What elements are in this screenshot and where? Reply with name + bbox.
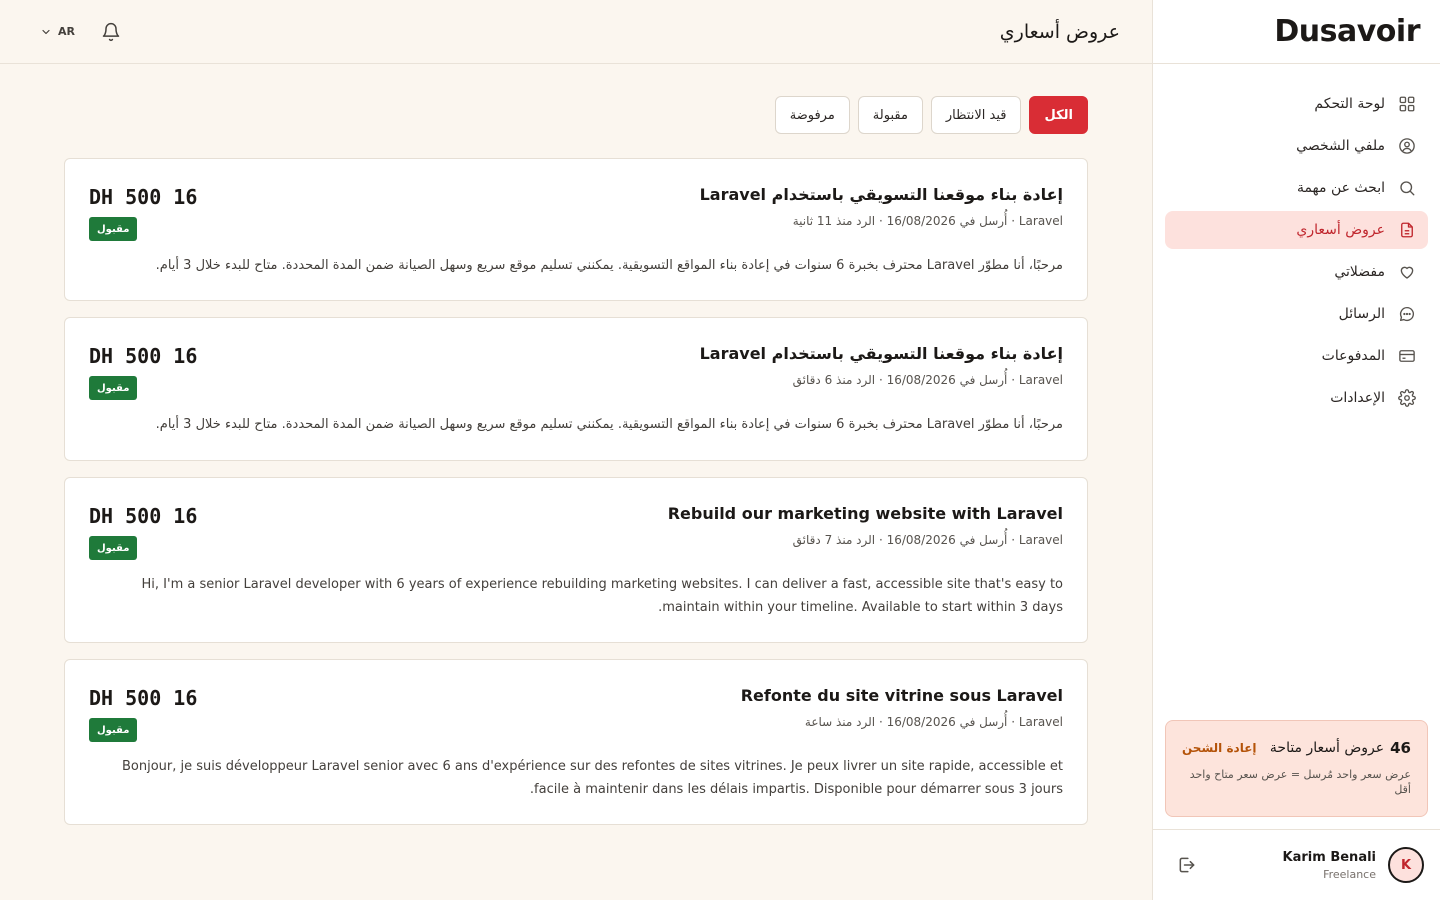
quote-amount: DH 500 16 [89,504,198,528]
chat-icon [1397,304,1417,324]
quote-amount: DH 500 16 [89,344,198,368]
logout-icon[interactable] [1177,855,1197,875]
user-profile-row: Karim Benali Freelance K [1153,829,1440,900]
quote-meta: Laravel · أُرسل في 16/08/2026 · الرد منذ… [792,214,1063,228]
quote-amount: DH 500 16 [89,686,198,710]
quote-card[interactable]: Refonte du site vitrine sous Laravel Lar… [64,659,1088,825]
sidebar-item-label: مفضلاتي [1334,264,1385,280]
sidebar-item-find-job[interactable]: ابحث عن مهمة [1165,169,1428,207]
filter-rejected[interactable]: مرفوضة [774,96,850,134]
user-name: Karim Benali [1282,849,1376,865]
quote-title: إعادة بناء موقعنا التسويقي باستخدام Lara… [699,185,1063,204]
sidebar-item-messages[interactable]: الرسائل [1165,295,1428,333]
gear-icon [1397,388,1417,408]
brand-logo[interactable]: Dusavoir [1274,14,1420,49]
status-badge: مقبول [89,718,138,742]
sidebar-item-label: الإعدادات [1330,390,1385,406]
filter-all[interactable]: الكل [1029,96,1088,134]
sidebar-item-payments[interactable]: المدفوعات [1165,337,1428,375]
search-icon [1397,178,1417,198]
chevron-down-icon [40,26,52,38]
sidebar-item-label: المدفوعات [1321,348,1385,364]
credit-label: عروض أسعار متاحة [1269,740,1385,756]
sidebar-item-favorites[interactable]: مفضلاتي [1165,253,1428,291]
quote-meta: Laravel · أُرسل في 16/08/2026 · الرد منذ… [804,715,1063,729]
sidebar-item-dashboard[interactable]: لوحة التحكم [1165,85,1428,123]
quote-title: إعادة بناء موقعنا التسويقي باستخدام Lara… [699,344,1063,363]
status-badge: مقبول [89,217,138,241]
status-filter-bar: الكل قيد الانتظار مقبولة مرفوضة [774,96,1088,134]
quote-card[interactable]: إعادة بناء موقعنا التسويقي باستخدام Lara… [64,317,1088,461]
user-role: Freelance [1323,867,1376,881]
credit-note: عرض سعر واحد مُرسل = عرض سعر متاح واحد أ… [1189,768,1411,796]
document-icon [1397,220,1417,240]
quote-message: Bonjour, je suis développeur Laravel sen… [121,759,1063,797]
sidebar-item-label: لوحة التحكم [1314,96,1385,112]
sidebar-item-settings[interactable]: الإعدادات [1165,379,1428,417]
quote-card[interactable]: إعادة بناء موقعنا التسويقي باستخدام Lara… [64,158,1088,301]
credit-count: 46 [1390,739,1411,757]
sidebar-item-label: عروض أسعاري [1296,222,1385,238]
credit-card-icon [1397,346,1417,366]
quote-title: Refonte du site vitrine sous Laravel [740,686,1063,705]
status-badge: مقبول [89,376,138,400]
page-title: عروض أسعاري [999,20,1120,43]
user-circle-icon [1397,136,1417,156]
language-switcher[interactable]: AR [40,25,75,38]
quote-credits-box: إعادة الشحن 46 عروض أسعار متاحة عرض سعر … [1165,720,1428,817]
quote-title: Rebuild our marketing website with Larav… [667,504,1063,523]
filter-pending[interactable]: قيد الانتظار [930,96,1022,134]
grid-icon [1397,94,1417,114]
sidebar: Dusavoir لوحة التحكم ملفي الشخصي ابحث عن… [1152,0,1440,900]
bell-icon[interactable] [101,22,121,42]
quote-amount: DH 500 16 [89,185,198,209]
quote-message: Hi, I'm a senior Laravel developer with … [141,577,1063,615]
user-info[interactable]: Karim Benali Freelance K [1283,847,1424,883]
language-label: AR [58,25,75,38]
sidebar-item-my-quotes[interactable]: عروض أسعاري [1165,211,1428,249]
sidebar-item-label: ملفي الشخصي [1296,138,1385,154]
quote-meta: Laravel · أُرسل في 16/08/2026 · الرد منذ… [792,533,1063,547]
avatar[interactable]: K [1388,847,1424,883]
credit-header: إعادة الشحن 46 عروض أسعار متاحة [1182,739,1411,757]
heart-icon [1397,262,1417,282]
recharge-link[interactable]: إعادة الشحن [1182,741,1257,755]
filter-accepted[interactable]: مقبولة [857,96,923,134]
logo-area: Dusavoir [1153,0,1440,64]
quote-message: مرحبًا، أنا مطوّر Laravel محترف بخبرة 6 … [155,417,1063,432]
quote-meta: Laravel · أُرسل في 16/08/2026 · الرد منذ… [792,373,1063,387]
quote-card[interactable]: Rebuild our marketing website with Larav… [64,477,1088,643]
user-text: Karim Benali Freelance [1283,850,1376,881]
status-badge: مقبول [89,536,138,560]
sidebar-item-label: ابحث عن مهمة [1296,180,1385,196]
header-actions: AR [40,22,121,42]
sidebar-item-label: الرسائل [1338,306,1385,322]
sidebar-nav: لوحة التحكم ملفي الشخصي ابحث عن مهمة عرو… [1153,64,1440,417]
credit-title: 46 عروض أسعار متاحة [1270,739,1411,757]
quote-message: مرحبًا، أنا مطوّر Laravel محترف بخبرة 6 … [155,258,1063,273]
top-header: AR عروض أسعاري [0,0,1152,64]
sidebar-item-profile[interactable]: ملفي الشخصي [1165,127,1428,165]
